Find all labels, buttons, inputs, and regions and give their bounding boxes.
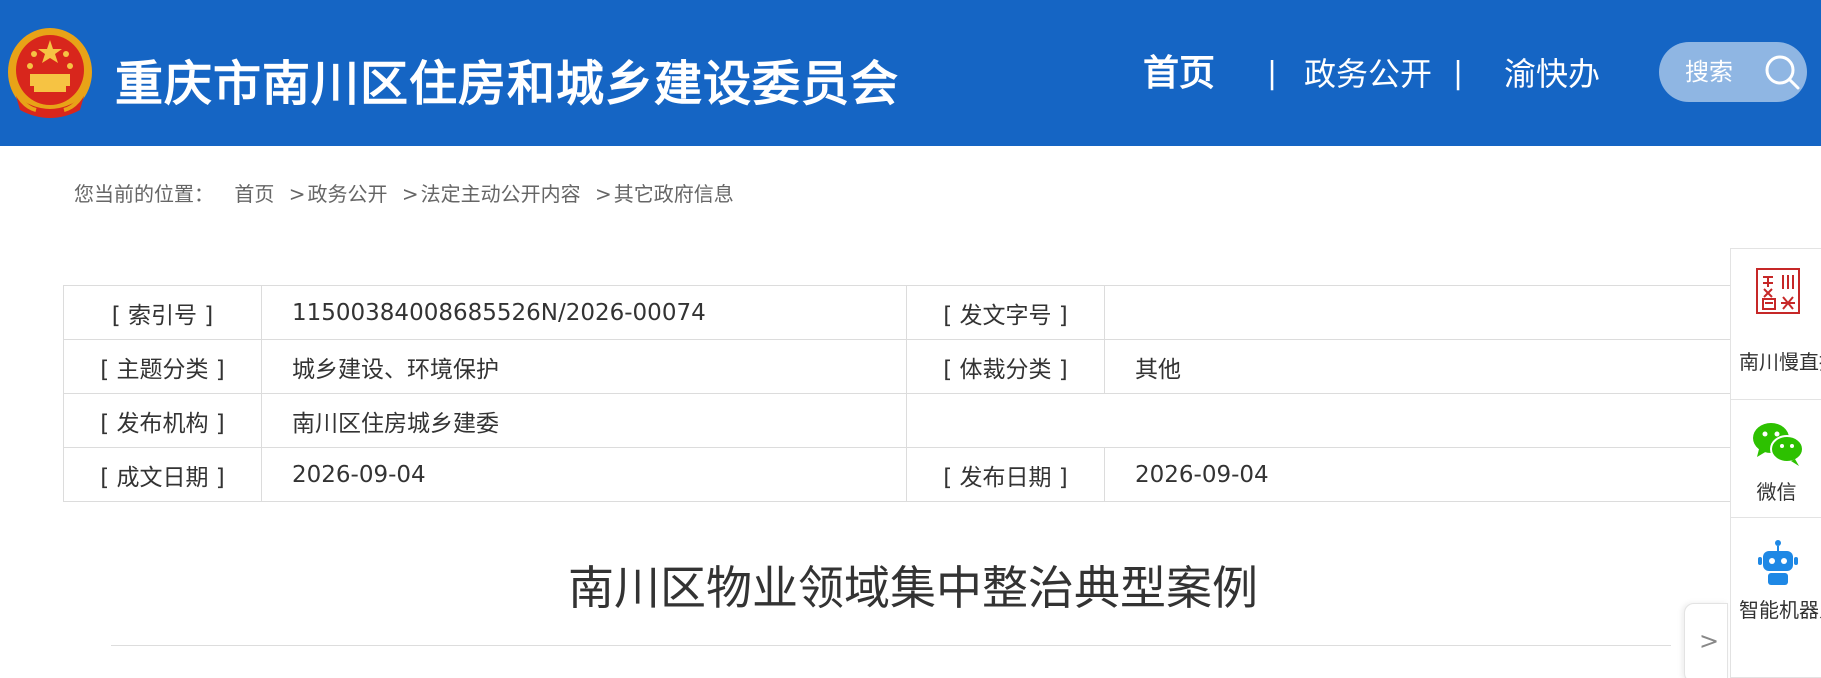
- breadcrumb-separator: >: [594, 182, 612, 206]
- genre-label: [ 体裁分类 ]: [906, 339, 1105, 394]
- sidebar-divider: [1731, 399, 1821, 400]
- empty-cell: [906, 393, 1743, 448]
- doc-no-label: [ 发文字号 ]: [906, 285, 1105, 340]
- index-value: 11500384008685526N/2026-00074: [261, 285, 907, 340]
- table-row: [ 发布机构 ] 南川区住房城乡建委: [63, 393, 1743, 448]
- breadcrumb-gov-open[interactable]: 政务公开: [307, 182, 387, 206]
- sidebar-label-wechat: 微信: [1756, 480, 1797, 504]
- genre-value: 其他: [1104, 339, 1743, 394]
- index-label: [ 索引号 ]: [63, 285, 262, 340]
- breadcrumb-prefix: 您当前的位置：: [74, 182, 214, 206]
- written-date-value: 2026-09-04: [261, 447, 907, 502]
- site-header: 重庆市南川区住房和城乡建设委员会 首页 | 政务公开 | 渝快办 搜索: [0, 0, 1821, 146]
- nav-home[interactable]: 首页: [1143, 52, 1215, 96]
- breadcrumb-separator: >: [401, 182, 419, 206]
- table-row: [ 主题分类 ] 城乡建设、环境保护 [ 体裁分类 ] 其他: [63, 339, 1743, 394]
- chevron-right-icon: >: [1699, 627, 1720, 655]
- sidebar-item-live[interactable]: 南川慢直播: [1731, 267, 1821, 397]
- seal-icon: [1756, 268, 1800, 314]
- sidebar-label-robot: 智能机器人: [1739, 598, 1821, 622]
- sidebar-item-wechat[interactable]: 微信: [1731, 421, 1821, 521]
- search-button[interactable]: 搜索: [1659, 42, 1807, 102]
- topic-label: [ 主题分类 ]: [63, 339, 262, 394]
- topic-value: 城乡建设、环境保护: [261, 339, 907, 394]
- search-label: 搜索: [1685, 58, 1733, 86]
- floating-sidebar: 南川慢直播 微信 智能机器人: [1730, 248, 1821, 678]
- breadcrumb-other-info[interactable]: 其它政府信息: [614, 182, 734, 206]
- document-info-table: [ 索引号 ] 11500384008685526N/2026-00074 [ …: [63, 285, 1743, 502]
- document-title: 南川区物业领域集中整治典型案例: [568, 561, 1258, 615]
- nav-gov-open[interactable]: 政务公开: [1304, 52, 1432, 96]
- written-date-label: [ 成文日期 ]: [63, 447, 262, 502]
- nav-yukuaiban[interactable]: 渝快办: [1504, 52, 1600, 96]
- doc-no-value: [1104, 285, 1743, 340]
- publish-date-label: [ 发布日期 ]: [906, 447, 1105, 502]
- search-icon: [1765, 55, 1800, 90]
- nav-separator: |: [1453, 56, 1464, 91]
- robot-icon: [1758, 540, 1798, 585]
- publisher-label: [ 发布机构 ]: [63, 393, 262, 448]
- table-row: [ 索引号 ] 11500384008685526N/2026-00074 [ …: [63, 285, 1743, 340]
- breadcrumb-home[interactable]: 首页: [234, 182, 274, 206]
- wechat-icon: [1753, 423, 1804, 466]
- nav-separator: |: [1267, 56, 1278, 91]
- breadcrumb-separator: >: [288, 182, 306, 206]
- site-title[interactable]: 重庆市南川区住房和城乡建设委员会: [115, 44, 899, 114]
- title-divider: [111, 645, 1671, 646]
- publish-date-value: 2026-09-04: [1104, 447, 1743, 502]
- sidebar-label-live: 南川慢直播: [1739, 350, 1821, 374]
- breadcrumb-statutory[interactable]: 法定主动公开内容: [421, 182, 581, 206]
- sidebar-collapse-button[interactable]: >: [1684, 603, 1728, 678]
- sidebar-divider: [1731, 517, 1821, 518]
- table-row: [ 成文日期 ] 2026-09-04 [ 发布日期 ] 2026-09-04: [63, 447, 1743, 502]
- sidebar-item-robot[interactable]: 智能机器人: [1731, 539, 1821, 678]
- breadcrumb: 您当前的位置： 首页 > 政务公开 > 法定主动公开内容 > 其它政府信息: [74, 180, 734, 208]
- publisher-value: 南川区住房城乡建委: [261, 393, 907, 448]
- national-emblem-icon: [8, 28, 92, 118]
